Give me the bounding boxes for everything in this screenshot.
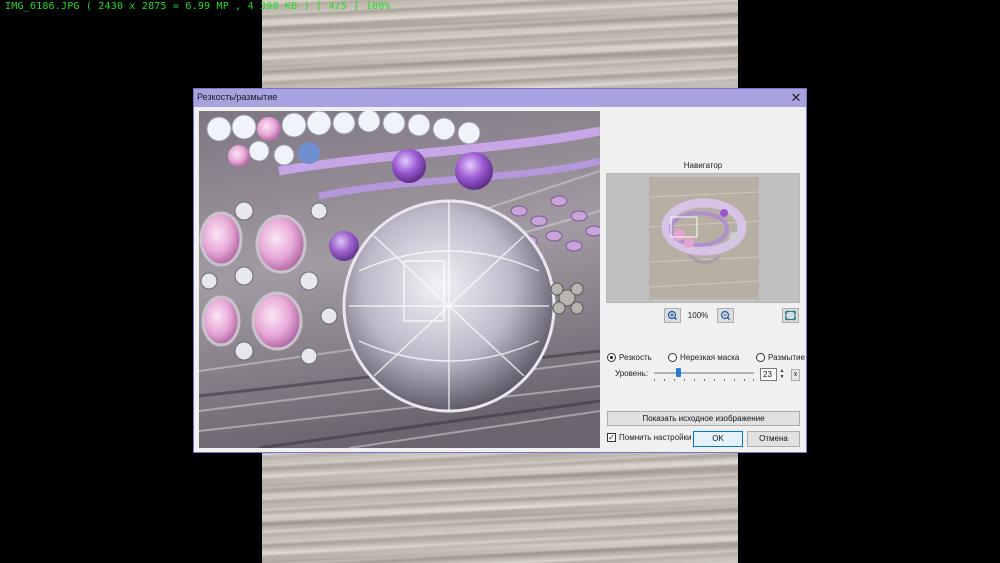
level-slider[interactable] [654, 368, 754, 382]
ok-button[interactable]: OK [693, 431, 743, 447]
slider-ticks [654, 379, 754, 381]
zoom-out-icon [720, 310, 730, 320]
level-spinner[interactable]: ▲ ▼ [778, 368, 786, 381]
navigator-title: Навигатор [683, 161, 723, 170]
navigator-panel[interactable] [606, 173, 800, 303]
radio-blur[interactable]: Размытие [756, 351, 805, 363]
radio-unsharp-mask-indicator [668, 352, 677, 362]
close-button[interactable]: ✕ [788, 90, 804, 106]
radio-unsharp-mask[interactable]: Нерезкая маска [668, 351, 739, 363]
dialog-title: Резкость/размытие [197, 92, 278, 102]
radio-sharpen-indicator [607, 352, 616, 362]
remember-settings-label: Помнить настройки [619, 433, 692, 442]
remember-settings-checkbox[interactable]: ✓ Помнить настройки [607, 433, 692, 442]
radio-sharpen[interactable]: Резкость [607, 351, 652, 363]
slider-track [654, 372, 754, 374]
level-reset-button[interactable]: x [791, 369, 800, 381]
fit-to-window-button[interactable] [782, 308, 799, 323]
cancel-button[interactable]: Отмена [747, 431, 800, 447]
checkbox-indicator: ✓ [607, 433, 616, 442]
sharpen-blur-dialog: Резкость/размытие ✕ Навигатор 100% Резко… [193, 88, 807, 453]
image-info-overlay: IMG_6186.JPG ( 2430 x 2875 = 6.99 MP , 4… [5, 1, 391, 12]
radio-blur-label: Размытие [768, 352, 805, 362]
radio-blur-indicator [756, 352, 765, 362]
dialog-title-bar[interactable]: Резкость/размытие ✕ [194, 89, 806, 107]
radio-sharpen-label: Резкость [619, 352, 652, 362]
zoom-out-button[interactable] [717, 308, 734, 323]
close-icon: ✕ [790, 90, 802, 105]
show-original-button[interactable]: Показать исходное изображение [607, 411, 800, 426]
zoom-level: 100% [687, 311, 709, 320]
level-value-input[interactable]: 23 [760, 368, 777, 381]
preview-image[interactable] [199, 111, 600, 448]
preview-photo [199, 111, 600, 448]
spin-down-icon[interactable]: ▼ [778, 374, 786, 380]
navigator-thumbnail[interactable] [649, 177, 759, 299]
level-label: Уровень: [615, 369, 649, 378]
fit-to-window-icon [785, 310, 796, 321]
radio-unsharp-mask-label: Нерезкая маска [680, 352, 740, 362]
slider-thumb[interactable] [676, 368, 681, 377]
